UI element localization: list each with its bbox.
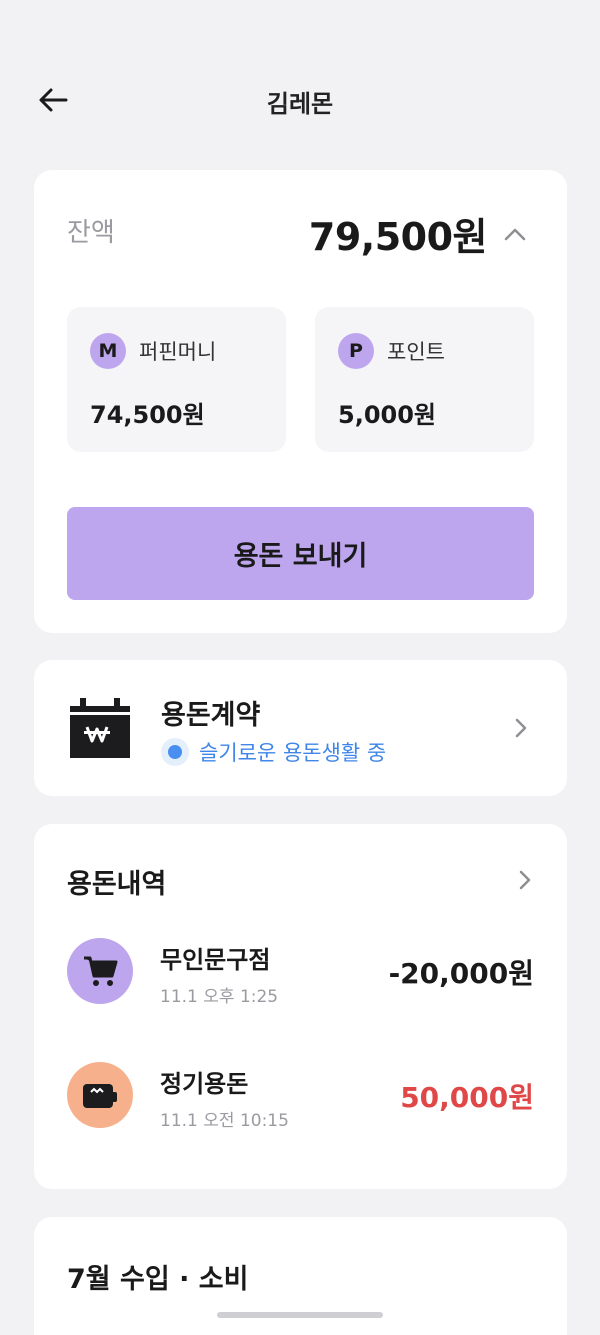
allowance-history-card: 용돈내역 무인문구점 11.1 오후 1:25 -20,000원 정기용돈 11… (34, 824, 567, 1189)
balance-total: 79,500원 (308, 215, 488, 259)
point-value: 5,000원 (338, 401, 436, 429)
calendar-won-icon (70, 698, 130, 758)
puffin-money-box: M 퍼핀머니 74,500원 (67, 307, 286, 452)
history-item-date: 11.1 오전 10:15 (160, 1111, 289, 1131)
cart-icon-circle (67, 938, 133, 1004)
status-dot-icon (161, 738, 189, 766)
history-item-name: 정기용돈 (160, 1070, 249, 1098)
cart-icon (84, 956, 118, 986)
page-title: 김레몬 (266, 90, 334, 118)
wallet-icon (83, 1084, 117, 1108)
money-label: 퍼핀머니 (139, 340, 217, 364)
history-item[interactable]: 정기용돈 11.1 오전 10:15 50,000원 (67, 1062, 534, 1132)
history-item-date: 11.1 오후 1:25 (160, 987, 279, 1007)
point-box: P 포인트 5,000원 (315, 307, 534, 452)
chevron-right-icon (515, 718, 527, 738)
money-value: 74,500원 (90, 401, 205, 429)
page: 김레몬 잔액 79,500원 M 퍼핀머니 74,500원 P 포인트 5,00… (0, 0, 600, 1335)
chevron-right-icon (519, 870, 531, 890)
balance-card: 잔액 79,500원 M 퍼핀머니 74,500원 P 포인트 5,000원 용… (34, 170, 567, 633)
history-item-amount: 50,000원 (400, 1081, 534, 1114)
balance-toggle[interactable]: 79,500원 (309, 206, 527, 261)
send-allowance-button[interactable]: 용돈 보내기 (67, 507, 534, 600)
point-label: 포인트 (387, 340, 445, 364)
history-more-button[interactable] (513, 868, 537, 892)
contract-title: 용돈계약 (161, 700, 261, 731)
summary-title: 7월 수입 · 소비 (67, 1264, 249, 1295)
wallet-icon-circle (67, 1062, 133, 1128)
history-item[interactable]: 무인문구점 11.1 오후 1:25 -20,000원 (67, 938, 534, 1008)
money-badge: M (90, 333, 126, 369)
contract-status: 슬기로운 용돈생활 중 (161, 737, 386, 767)
top-bar: 김레몬 (0, 70, 600, 130)
chevron-up-icon (504, 228, 526, 240)
contract-status-text: 슬기로운 용돈생활 중 (199, 741, 387, 765)
history-item-name: 무인문구점 (160, 946, 271, 974)
history-item-amount: -20,000원 (388, 957, 534, 990)
point-badge: P (338, 333, 374, 369)
balance-label: 잔액 (67, 218, 115, 248)
allowance-contract-card[interactable]: 용돈계약 슬기로운 용돈생활 중 (34, 660, 567, 796)
history-title: 용돈내역 (67, 869, 167, 900)
home-indicator (217, 1312, 383, 1318)
